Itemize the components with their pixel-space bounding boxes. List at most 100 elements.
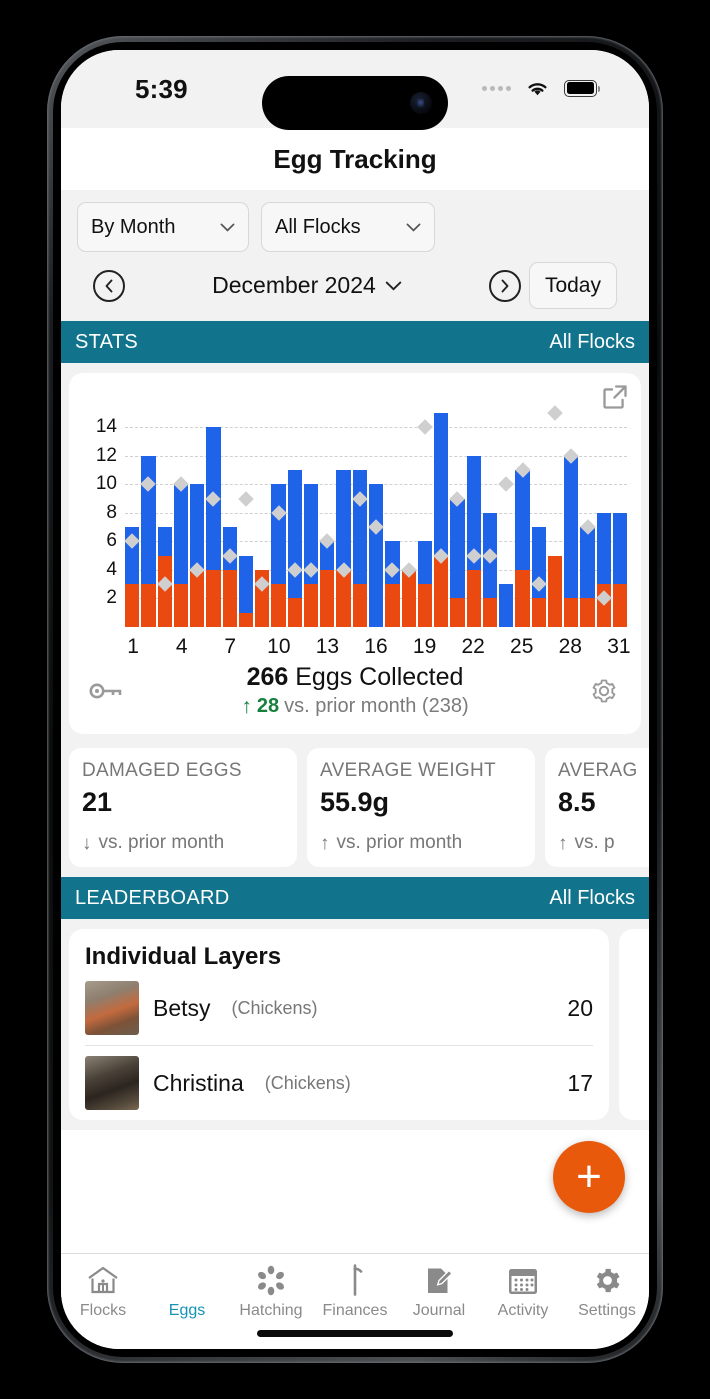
stat-cards-row[interactable]: DAMAGED EGGS 21 ↓ vs. prior month AVERAGE WE… <box>61 744 649 877</box>
summary-text: 266 Eggs Collected ↑ 28 vs. prior month … <box>127 663 583 718</box>
status-bar: 5:39 <box>61 50 649 130</box>
date-navigation: December 2024 Today <box>77 252 633 321</box>
filter-row: By Month All Flocks <box>77 202 633 252</box>
bar-segment-orange <box>303 584 319 627</box>
chevron-down-icon <box>385 281 402 291</box>
leaderboard-section-action[interactable]: All Flocks <box>549 887 635 910</box>
bar-segment-orange <box>336 569 351 627</box>
flock-dropdown[interactable]: All Flocks <box>261 202 435 252</box>
chart-bar[interactable] <box>319 413 336 627</box>
chart-bar[interactable] <box>221 413 238 627</box>
screenshot-stage: 5:39 Egg Tracking By Month All Flocks De… <box>0 0 710 1399</box>
stat-card-comparison: vs. prior month <box>98 832 225 853</box>
previous-period-button[interactable] <box>93 269 125 302</box>
current-period[interactable]: December 2024 <box>125 272 489 299</box>
today-button[interactable]: Today <box>528 262 617 309</box>
tab-label: Finances <box>322 1302 388 1319</box>
chart-bar[interactable] <box>287 413 303 627</box>
tab-activity[interactable]: Activity <box>481 1263 565 1320</box>
hatching-icon <box>255 1263 287 1297</box>
bar-segment-orange <box>417 584 433 627</box>
chart-bar[interactable] <box>189 413 205 627</box>
chart-bar[interactable] <box>270 413 287 627</box>
individual-layers-card: Individual Layers Betsy (Chickens) 20 Chris… <box>69 929 609 1120</box>
flock-dropdown-label: All Flocks <box>275 215 361 238</box>
bar-segment-orange <box>466 569 481 627</box>
bar-segment-orange <box>385 584 400 627</box>
chart-bar[interactable] <box>417 413 433 627</box>
stat-card[interactable]: AVERAG 8.5 ↑ vs. p <box>545 748 649 867</box>
tab-hatching[interactable]: Hatching <box>229 1263 313 1320</box>
bar-segment-orange <box>434 555 449 627</box>
chart-bar[interactable] <box>124 413 140 627</box>
bar-segment-blue <box>612 512 628 585</box>
chart-y-tick: 10 <box>95 473 117 495</box>
stat-card-footer: ↓ vs. prior month <box>82 832 284 854</box>
chart-bar[interactable] <box>449 413 466 627</box>
leaderboard-row[interactable]: Betsy (Chickens) 20 <box>85 971 593 1046</box>
phone-screen: 5:39 Egg Tracking By Month All Flocks De… <box>61 50 649 1349</box>
bar-segment-blue <box>271 484 286 585</box>
bar-segment-blue <box>173 484 189 585</box>
chart-bar[interactable] <box>465 413 482 627</box>
next-period-button[interactable] <box>488 269 521 302</box>
chart-marker <box>238 490 254 507</box>
chart-bar[interactable] <box>530 413 547 627</box>
chart-bar[interactable] <box>612 413 628 627</box>
add-entry-fab[interactable]: + <box>553 1141 625 1213</box>
chart-bar[interactable] <box>482 413 498 627</box>
stats-section-action[interactable]: All Flocks <box>549 331 635 354</box>
chart-bar[interactable] <box>514 413 531 627</box>
home-indicator[interactable] <box>257 1330 453 1337</box>
stats-content: 2 4 6 8 10 12 14 1 4 7 10 13 16 19 22 25 28 31 <box>61 363 649 744</box>
chevron-down-icon <box>220 223 235 232</box>
chart-bar[interactable] <box>596 413 612 627</box>
tab-journal[interactable]: Journal <box>397 1263 481 1320</box>
stat-card[interactable]: AVERAGE WEIGHT 55.9g ↑ vs. prior month <box>307 748 535 867</box>
bar-segment-blue <box>238 555 254 613</box>
chart-y-tick: 14 <box>95 416 117 438</box>
chart-bar[interactable] <box>205 413 222 627</box>
egg-chart: 2 4 6 8 10 12 14 1 4 7 10 13 16 19 22 25 28 31 <box>85 405 631 658</box>
tab-settings[interactable]: Settings <box>565 1263 649 1320</box>
tab-label: Activity <box>497 1302 549 1319</box>
leaderboard-row[interactable]: Christina (Chickens) 17 <box>85 1046 593 1120</box>
chart-bar[interactable] <box>254 413 271 627</box>
plus-icon: + <box>576 1152 602 1201</box>
chart-bar[interactable] <box>498 413 515 627</box>
current-period-label: December 2024 <box>212 272 376 298</box>
chart-x-tick: 13 <box>315 635 340 658</box>
stat-card-comparison: vs. prior month <box>336 832 463 853</box>
key-icon-wrap[interactable] <box>85 681 127 701</box>
chart-bar[interactable] <box>156 413 173 627</box>
bar-segment-orange <box>531 598 546 627</box>
chart-marker <box>498 476 515 493</box>
tab-eggs[interactable]: Eggs <box>145 1263 229 1320</box>
journal-pencil-icon <box>424 1263 454 1297</box>
tab-flocks[interactable]: Flocks <box>61 1263 145 1320</box>
period-dropdown[interactable]: By Month <box>77 202 249 252</box>
chart-settings-button[interactable] <box>583 677 625 705</box>
chart-bar[interactable] <box>368 413 384 627</box>
chart-bar[interactable] <box>400 413 417 627</box>
tab-finances[interactable]: Finances <box>313 1263 397 1320</box>
external-link-icon[interactable] <box>601 383 629 411</box>
chart-bar[interactable] <box>173 413 189 627</box>
chart-bar[interactable] <box>335 413 352 627</box>
chart-marker <box>547 405 563 421</box>
chevron-left-icon <box>105 279 112 292</box>
chart-bar[interactable] <box>140 413 157 627</box>
stat-card-title: AVERAGE WEIGHT <box>320 760 496 781</box>
chart-bar[interactable] <box>352 413 368 627</box>
chart-bar[interactable] <box>563 413 580 627</box>
chart-bar[interactable] <box>579 413 596 627</box>
chart-bar[interactable] <box>433 413 449 627</box>
leaderboard-next-card[interactable] <box>619 929 649 1120</box>
stat-card[interactable]: DAMAGED EGGS 21 ↓ vs. prior month <box>69 748 297 867</box>
chart-bar[interactable] <box>303 413 319 627</box>
stat-cards-bg: DAMAGED EGGS 21 ↓ vs. prior month AVERAGE WE… <box>61 744 649 877</box>
chart-bar[interactable] <box>238 413 254 627</box>
chart-bar[interactable] <box>384 413 401 627</box>
leaderboard-rows: Betsy (Chickens) 20 Christina (Chickens) 17 <box>85 971 593 1120</box>
chart-bar[interactable] <box>547 405 563 627</box>
